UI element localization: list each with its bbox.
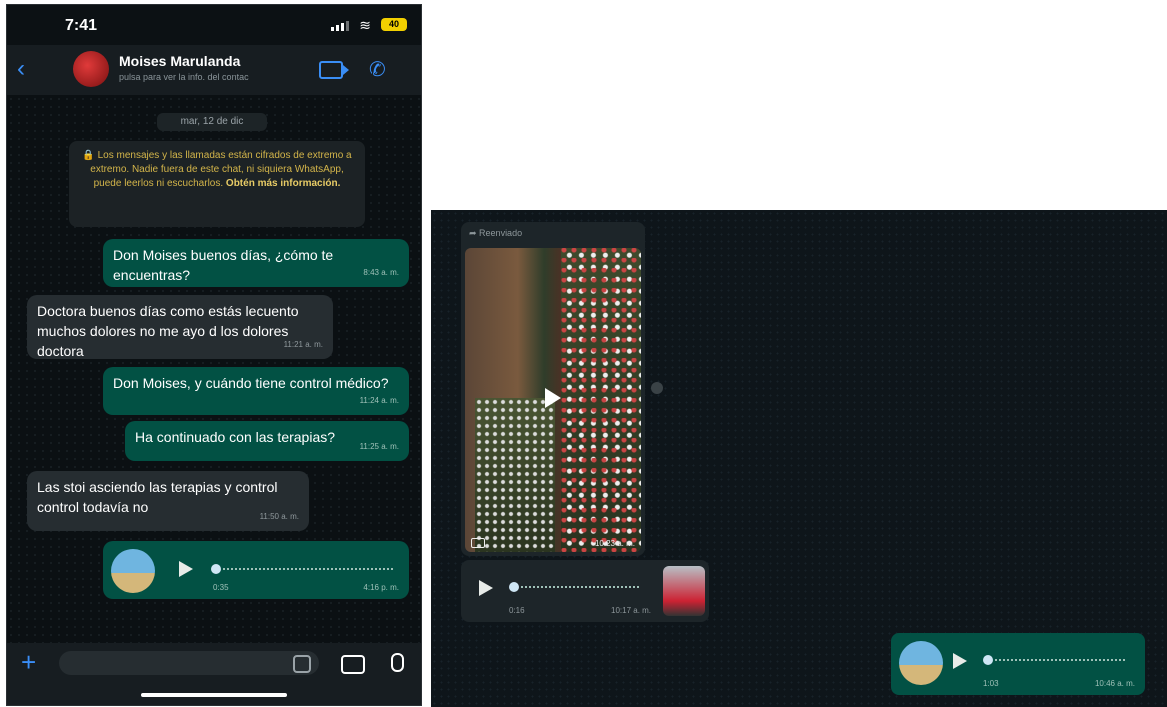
input-bar: + (7, 643, 421, 705)
video-call-icon[interactable] (319, 61, 349, 79)
chat-area: mar, 12 de dic 🔒 Los mensajes y las llam… (7, 95, 421, 643)
message-text: Don Moises buenos días, ¿cómo te encuent… (113, 247, 334, 283)
voice-message[interactable]: 0:35 4:16 p. m. (103, 541, 409, 599)
voice-time: 10:46 a. m. (1094, 679, 1135, 688)
video-thumbnail[interactable]: 10:23 a. m. (465, 248, 641, 552)
voice-avatar (899, 641, 943, 685)
play-icon[interactable] (179, 561, 193, 577)
status-bar: 7:41 ≋ 40 (7, 5, 421, 45)
voice-time: 10:17 a. m. (611, 606, 652, 615)
play-icon[interactable] (953, 653, 967, 669)
voice-avatar (111, 549, 155, 593)
status-time: 7:41 (65, 17, 98, 34)
camera-icon[interactable] (341, 655, 365, 674)
message-bubble-out[interactable]: Ha continuado con las terapias? 11:25 a.… (125, 421, 409, 461)
message-text: Ha continuado con las terapias? (135, 429, 336, 445)
voice-progress-dot[interactable] (211, 564, 221, 574)
message-time: 11:50 a. m. (259, 512, 299, 521)
battery-icon: 40 (381, 18, 407, 31)
forwarded-label-text: Reenviado (479, 228, 523, 238)
message-bubble-out[interactable]: Don Moises, y cuándo tiene control médic… (103, 367, 409, 415)
message-bubble-in[interactable]: Doctora buenos días como estás lecuento … (27, 295, 333, 359)
video-time: 10:23 a. m. (594, 539, 635, 548)
plus-icon[interactable]: + (21, 647, 36, 678)
message-time: 8:43 a. m. (363, 268, 399, 277)
message-text: Doctora buenos días como estás lecuento … (37, 303, 299, 359)
christmas-tree-image (475, 398, 555, 552)
back-arrow-icon[interactable]: ‹ (17, 55, 25, 83)
message-bubble-out[interactable]: Don Moises buenos días, ¿cómo te encuent… (103, 239, 409, 287)
voice-progress-dot[interactable] (983, 655, 993, 665)
voice-duration: 0:35 (213, 583, 229, 592)
voice-waveform[interactable] (223, 568, 393, 570)
message-text: Don Moises, y cuándo tiene control médic… (113, 375, 389, 391)
forwarded-video-message[interactable]: ➦ Reenviado 10:23 a. m. (461, 222, 645, 556)
message-time: 11:21 a. m. (283, 340, 323, 349)
contact-avatar[interactable] (73, 51, 109, 87)
video-camera-icon (471, 538, 485, 548)
contact-subtitle[interactable]: pulsa para ver la info. del contac (119, 72, 249, 82)
voice-duration: 0:16 (509, 606, 525, 615)
voice-duration: 1:03 (983, 679, 999, 688)
chat-header: ‹ Moises Marulanda pulsa para ver la inf… (7, 45, 421, 95)
voice-waveform[interactable] (995, 659, 1125, 661)
wifi-icon: ≋ (359, 17, 371, 33)
voice-progress-dot[interactable] (509, 582, 519, 592)
encryption-notice[interactable]: 🔒 Los mensajes y las llamadas están cifr… (69, 141, 365, 227)
desktop-chat-screenshot: ➦ Reenviado 10:23 a. m. 0:16 10:17 a. m.… (431, 210, 1167, 707)
forwarded-label: ➦ Reenviado (469, 228, 523, 238)
reaction-icon[interactable] (651, 382, 663, 394)
message-input[interactable] (59, 651, 319, 675)
message-text: Las stoi asciendo las terapias y control… (37, 479, 278, 515)
signal-icon (331, 21, 349, 31)
sender-avatar (663, 566, 705, 616)
play-icon[interactable] (479, 580, 493, 596)
phone-call-icon[interactable]: ✆ (369, 57, 386, 82)
christmas-tree-image (561, 248, 641, 552)
message-time: 11:24 a. m. (359, 396, 399, 405)
home-indicator (141, 693, 287, 697)
voice-time: 4:16 p. m. (363, 583, 399, 592)
microphone-icon[interactable] (391, 653, 404, 672)
phone-screenshot: 7:41 ≋ 40 ‹ Moises Marulanda pulsa para … (6, 4, 422, 706)
battery-level: 40 (388, 19, 399, 29)
date-chip: mar, 12 de dic (157, 113, 267, 131)
sticker-icon[interactable] (293, 655, 311, 673)
video-play-icon[interactable] (545, 388, 561, 408)
message-time: 11:25 a. m. (359, 442, 399, 451)
message-bubble-in[interactable]: Las stoi asciendo las terapias y control… (27, 471, 309, 531)
lock-icon: 🔒 (82, 150, 98, 161)
voice-message-out[interactable]: 1:03 10:46 a. m. (891, 633, 1145, 695)
encryption-link[interactable]: Obtén más información. (226, 178, 340, 189)
voice-message-in[interactable]: 0:16 10:17 a. m. (461, 560, 709, 622)
contact-name[interactable]: Moises Marulanda (119, 53, 240, 69)
voice-waveform[interactable] (521, 586, 639, 588)
